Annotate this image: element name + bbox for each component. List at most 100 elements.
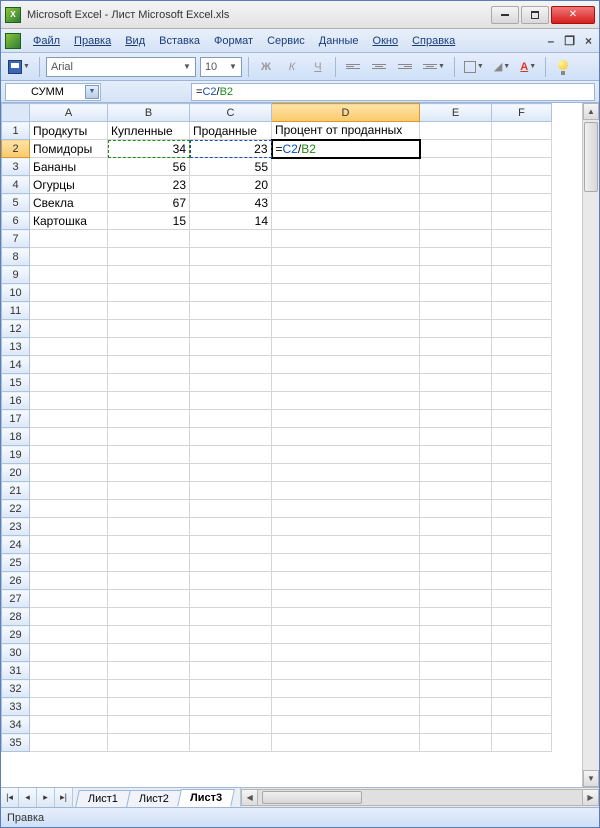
cell[interactable] [272,212,420,230]
font-size-select[interactable]: 10 ▼ [200,57,242,77]
row-header[interactable]: 28 [2,608,30,626]
cell[interactable]: 14 [190,212,272,230]
cell[interactable] [492,554,552,572]
minimize-button[interactable] [491,6,519,24]
maximize-button[interactable] [521,6,549,24]
menu-window[interactable]: Окно [367,33,405,49]
cell[interactable]: 67 [108,194,190,212]
cell[interactable] [190,320,272,338]
cell[interactable] [190,410,272,428]
cell[interactable] [108,554,190,572]
hscroll-thumb[interactable] [262,791,362,804]
cell[interactable] [420,698,492,716]
row-header[interactable]: 24 [2,536,30,554]
cell[interactable] [420,446,492,464]
cell[interactable] [190,608,272,626]
cell[interactable] [108,572,190,590]
cell[interactable] [108,680,190,698]
cell[interactable] [420,266,492,284]
cell[interactable] [420,248,492,266]
cell[interactable] [272,194,420,212]
cell[interactable]: Продкуты [30,122,108,140]
align-left-button[interactable] [342,56,364,78]
cell[interactable] [420,356,492,374]
cell[interactable] [190,626,272,644]
cell[interactable] [492,338,552,356]
cell[interactable] [420,176,492,194]
cell[interactable] [190,680,272,698]
col-header-d[interactable]: D [272,104,420,122]
row-header[interactable]: 13 [2,338,30,356]
cell[interactable] [272,500,420,518]
cell[interactable] [420,680,492,698]
cell[interactable] [108,608,190,626]
cell[interactable] [108,320,190,338]
cell[interactable]: 23 [190,140,272,158]
cell[interactable] [420,230,492,248]
cell[interactable]: Проданные [190,122,272,140]
row-header[interactable]: 27 [2,590,30,608]
cell[interactable] [108,356,190,374]
cell[interactable] [272,356,420,374]
cell[interactable] [30,500,108,518]
cell[interactable] [492,680,552,698]
font-select[interactable]: Arial ▼ [46,57,196,77]
menu-tools[interactable]: Сервис [261,33,311,49]
cell[interactable] [492,662,552,680]
cell[interactable] [108,284,190,302]
row-header[interactable]: 5 [2,194,30,212]
scroll-thumb[interactable] [584,122,598,192]
cell[interactable] [420,572,492,590]
cell[interactable] [420,392,492,410]
row-header[interactable]: 9 [2,266,30,284]
col-header-f[interactable]: F [492,104,552,122]
cell[interactable] [420,626,492,644]
cell[interactable] [30,590,108,608]
font-color-button[interactable]: A▼ [517,56,539,78]
cell[interactable] [108,302,190,320]
cell[interactable] [190,536,272,554]
cell[interactable] [272,482,420,500]
col-header-b[interactable]: B [108,104,190,122]
align-center-button[interactable] [368,56,390,78]
cell[interactable] [190,284,272,302]
cell[interactable] [272,536,420,554]
cell[interactable] [420,374,492,392]
cell[interactable] [108,662,190,680]
cell[interactable] [108,626,190,644]
cell[interactable] [108,410,190,428]
cell[interactable] [108,518,190,536]
cell[interactable]: 23 [108,176,190,194]
cell[interactable] [190,554,272,572]
cell[interactable] [190,464,272,482]
row-header[interactable]: 10 [2,284,30,302]
cell[interactable] [492,626,552,644]
cell[interactable] [272,176,420,194]
cell[interactable] [108,698,190,716]
cell[interactable] [492,644,552,662]
help-tip-button[interactable] [552,56,574,78]
row-header[interactable]: 15 [2,374,30,392]
cell[interactable] [190,338,272,356]
cell[interactable] [420,518,492,536]
doc-close-button[interactable]: × [582,34,595,48]
cell[interactable] [272,464,420,482]
tab-last-button[interactable]: ▸| [55,788,73,807]
row-header[interactable]: 32 [2,680,30,698]
cell[interactable] [30,716,108,734]
underline-button[interactable]: Ч [307,56,329,78]
cell[interactable] [492,518,552,536]
cell[interactable] [420,194,492,212]
row-header[interactable]: 8 [2,248,30,266]
cell[interactable] [272,302,420,320]
cell[interactable] [30,518,108,536]
menu-help[interactable]: Справка [406,33,461,49]
cell[interactable] [492,572,552,590]
cell[interactable] [272,338,420,356]
row-header[interactable]: 4 [2,176,30,194]
cell[interactable]: =C2/B2 [272,140,420,158]
name-box[interactable]: СУММ ▼ [5,83,101,101]
cell[interactable] [190,374,272,392]
cell[interactable] [108,482,190,500]
cell[interactable] [420,320,492,338]
